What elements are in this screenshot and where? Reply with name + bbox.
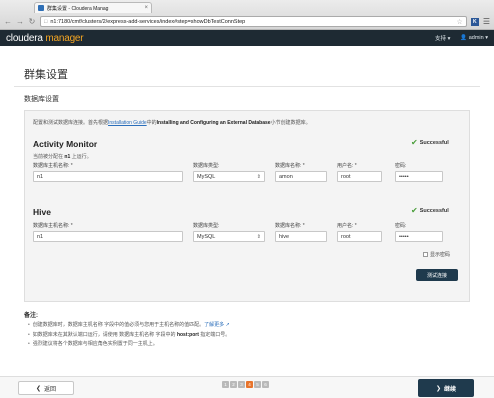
notes-title: 备注: [24, 313, 38, 319]
hive-host-input[interactable]: n1 [33, 231, 183, 242]
hive-type-select[interactable]: MySQL ⇕ [193, 231, 265, 242]
am-dbname-input[interactable]: amon [275, 171, 327, 182]
check-icon: ✔ [411, 138, 418, 147]
chevron-right-icon: ❯ [435, 385, 441, 392]
database-settings-panel: 配置和测试数据库连接。首先根据Installation Guide中的Insta… [24, 110, 470, 302]
am-type-select[interactable]: MySQL ⇕ [193, 171, 265, 182]
am-username-input[interactable]: root [337, 171, 382, 182]
installation-guide-link[interactable]: Installation Guide [108, 120, 147, 126]
divider [14, 86, 480, 87]
check-icon: ✔ [411, 206, 418, 215]
tab-title: 群集设置 - Cloudera Manag [47, 5, 109, 12]
hive-password-field: 密码: ••••• [395, 222, 443, 242]
show-password-toggle[interactable]: 显示密码 [423, 251, 450, 258]
intro-text: 配置和测试数据库连接。首先根据Installation Guide中的Insta… [33, 120, 311, 126]
note-item: 创建数据库时，数据库主机名称 字段中的值必须与您用于主机名称的值匹配。了解更多 … [28, 321, 230, 328]
step-item-active: 4 [246, 381, 253, 388]
main-content: 群集设置 数据库设置 配置和测试数据库连接。首先根据Installation G… [0, 46, 494, 376]
reload-icon[interactable]: ↻ [28, 17, 36, 26]
url-text: n1:7180/cmf/clusters/2/express-add-servi… [50, 18, 246, 25]
note-item: 强烈建议将各个数据库与相应角色实例置于同一主机上。 [28, 340, 230, 347]
forward-icon[interactable]: → [16, 17, 24, 26]
activity-monitor-host-note: 当前被分配在 n1 上运行。 [33, 154, 92, 160]
hive-dbname-input[interactable]: hive [275, 231, 327, 242]
tab-close-icon[interactable]: × [144, 5, 148, 11]
hive-dbname-field: 数据库名称: * hive [275, 222, 327, 242]
step-item: 3 [238, 381, 245, 388]
am-username-field: 用户名: * root [337, 162, 382, 182]
support-menu[interactable]: 支持 ▾ [435, 34, 450, 42]
test-connection-button[interactable]: 测试连接 [416, 269, 458, 281]
step-item: 2 [230, 381, 237, 388]
page-title: 群集设置 [24, 69, 68, 81]
menu-icon[interactable]: ☰ [483, 17, 490, 26]
am-password-input[interactable]: ••••• [395, 171, 443, 182]
cloudera-manager-logo[interactable]: cloudera manager [6, 33, 84, 44]
hive-password-input[interactable]: ••••• [395, 231, 443, 242]
browser-tab[interactable]: 群集设置 - Cloudera Manag × [34, 2, 152, 13]
step-item: 6 [262, 381, 269, 388]
section-title: 数据库设置 [24, 96, 59, 103]
hive-username-field: 用户名: * root [337, 222, 382, 242]
activity-monitor-title: Activity Monitor [33, 139, 98, 149]
am-host-input[interactable]: n1 [33, 171, 183, 182]
star-icon[interactable]: ☆ [457, 18, 463, 26]
wizard-footer: ❮ 返回 1 2 3 4 5 6 ❯ 继续 [0, 376, 494, 398]
browser-chrome: 群集设置 - Cloudera Manag × ← → ↻ □ n1:7180/… [0, 0, 494, 30]
am-type-field: 数据库类型: MySQL ⇕ [193, 162, 265, 182]
chevron-left-icon: ❮ [35, 385, 41, 392]
app-header: cloudera manager 支持 ▾ 👤 admin ▾ [0, 30, 494, 46]
extension-icon[interactable]: K [470, 17, 479, 26]
user-menu[interactable]: 👤 admin ▾ [460, 35, 488, 41]
page-icon: □ [44, 18, 48, 25]
step-item: 5 [254, 381, 261, 388]
notes-list: 创建数据库时，数据库主机名称 字段中的值必须与您用于主机名称的值匹配。了解更多 … [28, 321, 231, 350]
url-row: ← → ↻ □ n1:7180/cmf/clusters/2/express-a… [0, 14, 494, 29]
hive-username-input[interactable]: root [337, 231, 382, 242]
select-arrows-icon: ⇕ [256, 233, 261, 240]
favicon-icon [38, 5, 44, 11]
back-icon[interactable]: ← [4, 17, 12, 26]
hive-status: ✔ Successful [411, 206, 449, 215]
learn-more-link[interactable]: 了解更多 ↗ [204, 322, 230, 328]
activity-monitor-status: ✔ Successful [411, 138, 449, 147]
select-arrows-icon: ⇕ [256, 173, 261, 180]
note-item: 如数据库未在其默认端口运行，请使用 数据库主机名称 字段中的 host:port… [28, 331, 231, 338]
show-password-checkbox[interactable] [423, 252, 428, 257]
back-button[interactable]: ❮ 返回 [18, 381, 74, 395]
hive-type-field: 数据库类型: MySQL ⇕ [193, 222, 265, 242]
step-item: 1 [222, 381, 229, 388]
hive-host-field: 数据库主机名称: * n1 [33, 222, 183, 242]
address-bar[interactable]: □ n1:7180/cmf/clusters/2/express-add-ser… [40, 16, 467, 27]
step-indicator: 1 2 3 4 5 6 [222, 381, 269, 388]
continue-button[interactable]: ❯ 继续 [418, 379, 474, 397]
am-password-field: 密码: ••••• [395, 162, 443, 182]
am-dbname-field: 数据库名称: * amon [275, 162, 327, 182]
am-host-field: 数据库主机名称: * n1 [33, 162, 183, 182]
hive-title: Hive [33, 207, 51, 217]
